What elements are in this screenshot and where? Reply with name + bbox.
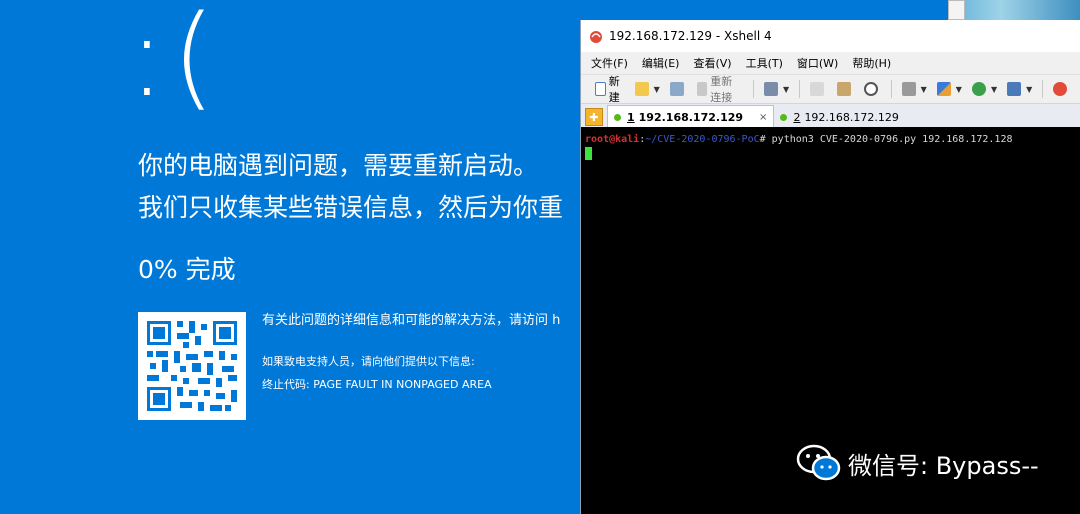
command-text: python3 CVE-2020-0796.py 192.168.172.128 <box>765 134 1013 145</box>
connect-button[interactable] <box>669 82 687 96</box>
copy-button[interactable] <box>809 82 827 96</box>
prompt-path: ~/CVE-2020-0796-PoC <box>645 134 760 145</box>
menu-edit[interactable]: 编辑(E) <box>642 55 680 71</box>
properties-button[interactable]: ▼ <box>763 82 790 96</box>
bsod-stop-code-row: 终止代码: PAGE FAULT IN NONPAGED AREA <box>262 376 492 392</box>
tab-label: 192.168.172.129 <box>804 110 899 124</box>
font-button[interactable]: ▼ <box>1007 82 1032 96</box>
qr-code <box>138 312 246 420</box>
chevron-down-icon: ▼ <box>920 84 927 94</box>
chevron-down-icon: ▼ <box>990 84 998 94</box>
new-session-label: 新建 <box>608 75 620 104</box>
connected-status-icon <box>614 113 621 121</box>
link-icon <box>669 82 684 96</box>
window-title: 192.168.172.129 - Xshell 4 <box>609 29 772 43</box>
menu-file[interactable]: 文件(F) <box>591 55 628 71</box>
xshell-window: 192.168.172.129 - Xshell 4 文件(F) 编辑(E) 查… <box>580 20 1080 514</box>
xshell-app-icon <box>590 31 602 43</box>
bsod-info-line: 有关此问题的详细信息和可能的解决方法，请访问 h <box>262 313 561 328</box>
wechat-icon <box>796 444 841 481</box>
paste-button[interactable] <box>836 82 854 96</box>
paste-icon <box>836 82 851 96</box>
bsod-support-line: 如果致电支持人员，请向他们提供以下信息: <box>262 355 475 368</box>
add-session-button[interactable]: ✚ <box>585 108 603 126</box>
tab-label: 192.168.172.129 <box>638 110 744 124</box>
menu-tools[interactable]: 工具(T) <box>746 55 783 71</box>
chevron-down-icon: ▼ <box>782 84 790 94</box>
session-tab-1[interactable]: 1 192.168.172.129 × <box>607 105 775 128</box>
color-scheme-button[interactable]: ▼ <box>936 82 962 96</box>
menu-help[interactable]: 帮助(H) <box>852 55 891 71</box>
desktop-wallpaper <box>948 0 1080 22</box>
toolbar-separator <box>890 80 892 98</box>
chevron-down-icon: ▼ <box>653 84 660 94</box>
session-tab-bar: ✚ 1 192.168.172.129 × 2 192.168.172.129 <box>581 103 1080 128</box>
sad-face: :( <box>128 0 222 122</box>
xftp-button[interactable] <box>1053 82 1070 96</box>
bsod-message-line1: 你的电脑遇到问题，需要重新启动。 <box>138 151 539 180</box>
open-button[interactable]: ▼ <box>634 82 660 96</box>
color-scheme-icon <box>936 82 951 96</box>
chevron-down-icon: ▼ <box>1026 84 1033 94</box>
find-button[interactable] <box>863 82 881 96</box>
connected-status-icon <box>780 113 788 121</box>
prompt-user: root@kali <box>585 134 640 145</box>
copy-icon <box>809 82 824 96</box>
reconnect-button[interactable]: 重新连接 <box>696 73 743 105</box>
wechat-watermark: 微信号: Bypass-- <box>796 444 1039 482</box>
stop-code-label: 终止代码: <box>262 378 310 391</box>
properties-icon <box>763 82 778 96</box>
encoding-button[interactable]: ▼ <box>971 82 998 96</box>
stop-code: PAGE FAULT IN NONPAGED AREA <box>313 378 492 391</box>
reconnect-label: 重新连接 <box>710 75 733 104</box>
toolbar-separator <box>799 80 800 98</box>
session-tab-2[interactable]: 2 192.168.172.129 <box>774 106 904 128</box>
tab-index: 2 <box>793 110 801 124</box>
desktop-file-icon[interactable] <box>948 0 965 20</box>
menu-bar: 文件(F) 编辑(E) 查看(V) 工具(T) 窗口(W) 帮助(H) <box>581 52 1080 74</box>
xftp-icon <box>1053 82 1068 96</box>
font-icon <box>1007 82 1022 96</box>
toolbar-separator <box>753 80 754 98</box>
bsod-progress: 0% 完成 <box>138 255 236 284</box>
menu-view[interactable]: 查看(V) <box>693 55 731 71</box>
toolbar: 新建 ▼ 重新连接 ▼ ▼ ▼ ▼ ▼ <box>581 73 1080 105</box>
tab-index: 1 <box>627 110 635 124</box>
toolbar-separator <box>1042 80 1044 98</box>
new-session-icon <box>595 82 606 96</box>
folder-icon <box>634 82 649 96</box>
terminal-command-line: root@kali:~/CVE-2020-0796-PoC# python3 C… <box>585 134 1012 145</box>
search-icon <box>863 82 878 96</box>
reconnect-icon <box>696 82 708 96</box>
globe-icon <box>971 82 986 96</box>
print-button[interactable]: ▼ <box>901 82 927 96</box>
chevron-down-icon: ▼ <box>955 84 962 94</box>
watermark-text: 微信号: Bypass-- <box>848 451 1039 480</box>
new-session-button[interactable]: 新建 <box>595 73 625 105</box>
menu-window[interactable]: 窗口(W) <box>797 55 838 71</box>
close-icon[interactable]: × <box>759 112 767 123</box>
title-bar[interactable]: 192.168.172.129 - Xshell 4 <box>581 20 1080 52</box>
terminal-cursor <box>585 147 592 160</box>
bsod-message-line2: 我们只收集某些错误信息，然后为你重 <box>138 193 564 222</box>
printer-icon <box>901 82 916 96</box>
plus-icon: ✚ <box>589 110 599 124</box>
